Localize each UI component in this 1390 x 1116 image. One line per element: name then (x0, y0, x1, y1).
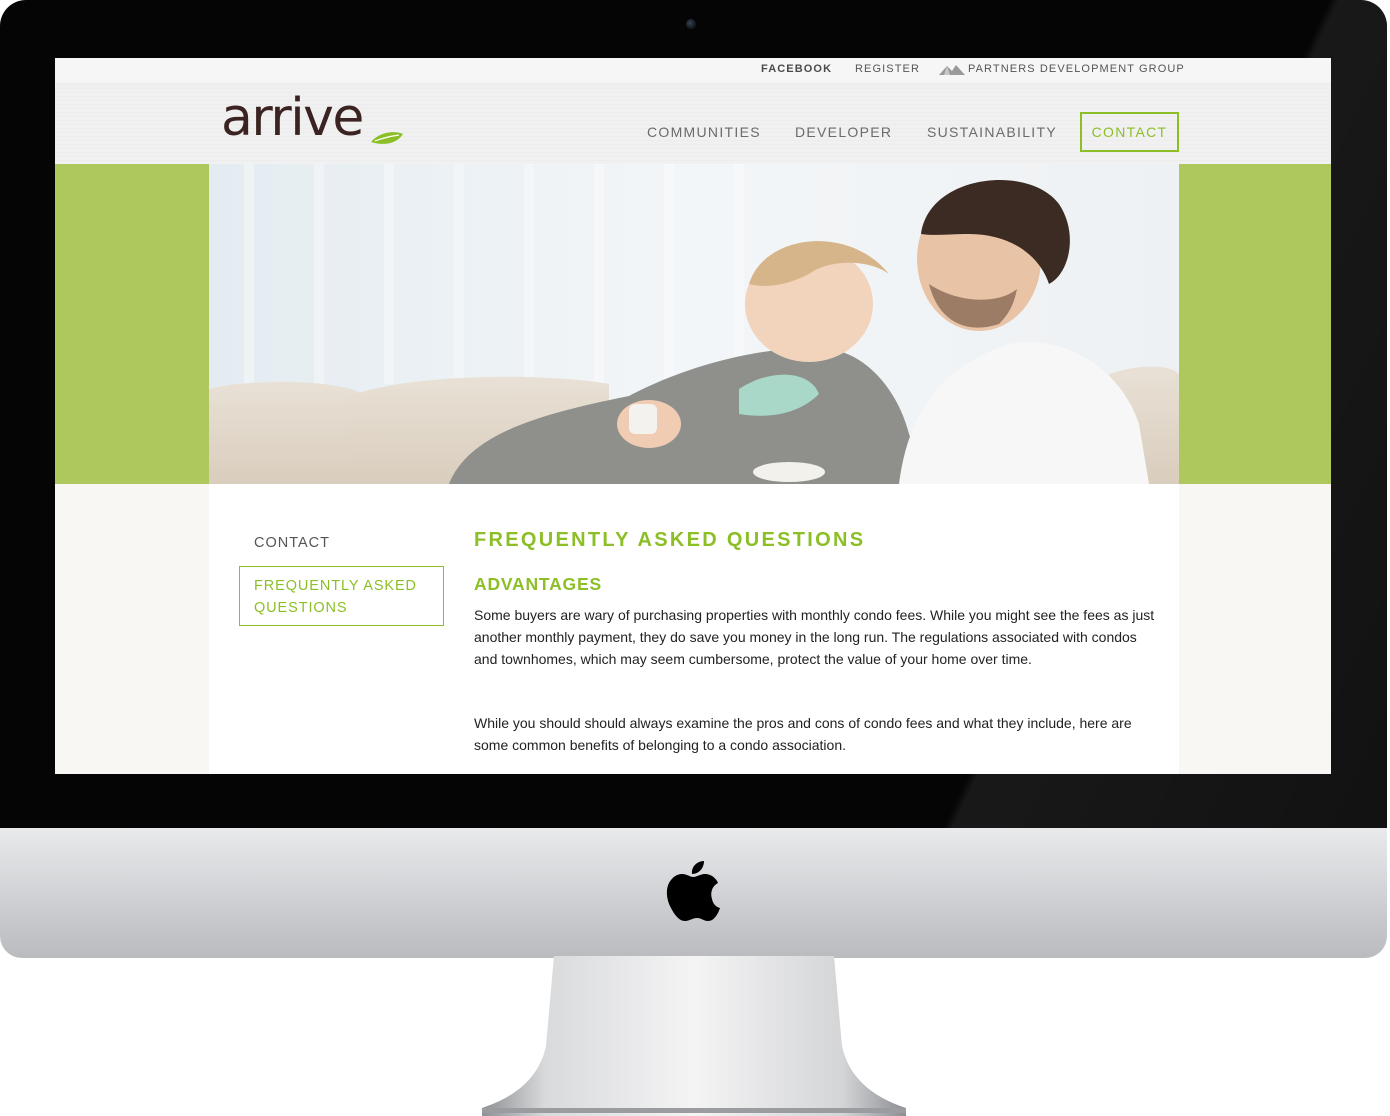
apple-logo-icon (666, 861, 720, 921)
register-link[interactable]: REGISTER (855, 63, 920, 75)
partners-mountain-icon (939, 65, 965, 75)
partners-link[interactable]: PARTNERS DEVELOPMENT GROUP (968, 63, 1185, 75)
leaf-icon (371, 132, 403, 144)
site-header: FACEBOOK REGISTER PARTNERS DEVELOPMENT G… (55, 58, 1331, 164)
nav-developer[interactable]: DEVELOPER (795, 124, 892, 140)
nav-communities[interactable]: COMMUNITIES (647, 124, 761, 140)
sidebar-faq-label-line1: FREQUENTLY ASKED (254, 578, 417, 594)
site-logo[interactable]: arrive (221, 92, 364, 144)
nav-sustainability[interactable]: SUSTAINABILITY (927, 124, 1057, 140)
nav-contact[interactable]: CONTACT (1080, 112, 1179, 152)
page-title: FREQUENTLY ASKED QUESTIONS (474, 529, 866, 551)
camera-icon (686, 19, 696, 29)
hero-image (209, 164, 1179, 484)
sidebar-faq-label-line2: QUESTIONS (254, 600, 348, 616)
facebook-link[interactable]: FACEBOOK (761, 63, 832, 75)
monitor-stand (482, 956, 906, 1116)
paragraph-advantages-2: While you should should always examine t… (474, 715, 1132, 753)
browser-viewport: FACEBOOK REGISTER PARTNERS DEVELOPMENT G… (55, 58, 1331, 774)
paragraph-advantages-1: Some buyers are wary of purchasing prope… (474, 607, 1155, 667)
sidebar-item-contact[interactable]: CONTACT (254, 535, 330, 551)
sidebar-item-faq[interactable]: FREQUENTLY ASKED QUESTIONS (239, 566, 444, 626)
section-title: ADVANTAGES (474, 574, 602, 594)
